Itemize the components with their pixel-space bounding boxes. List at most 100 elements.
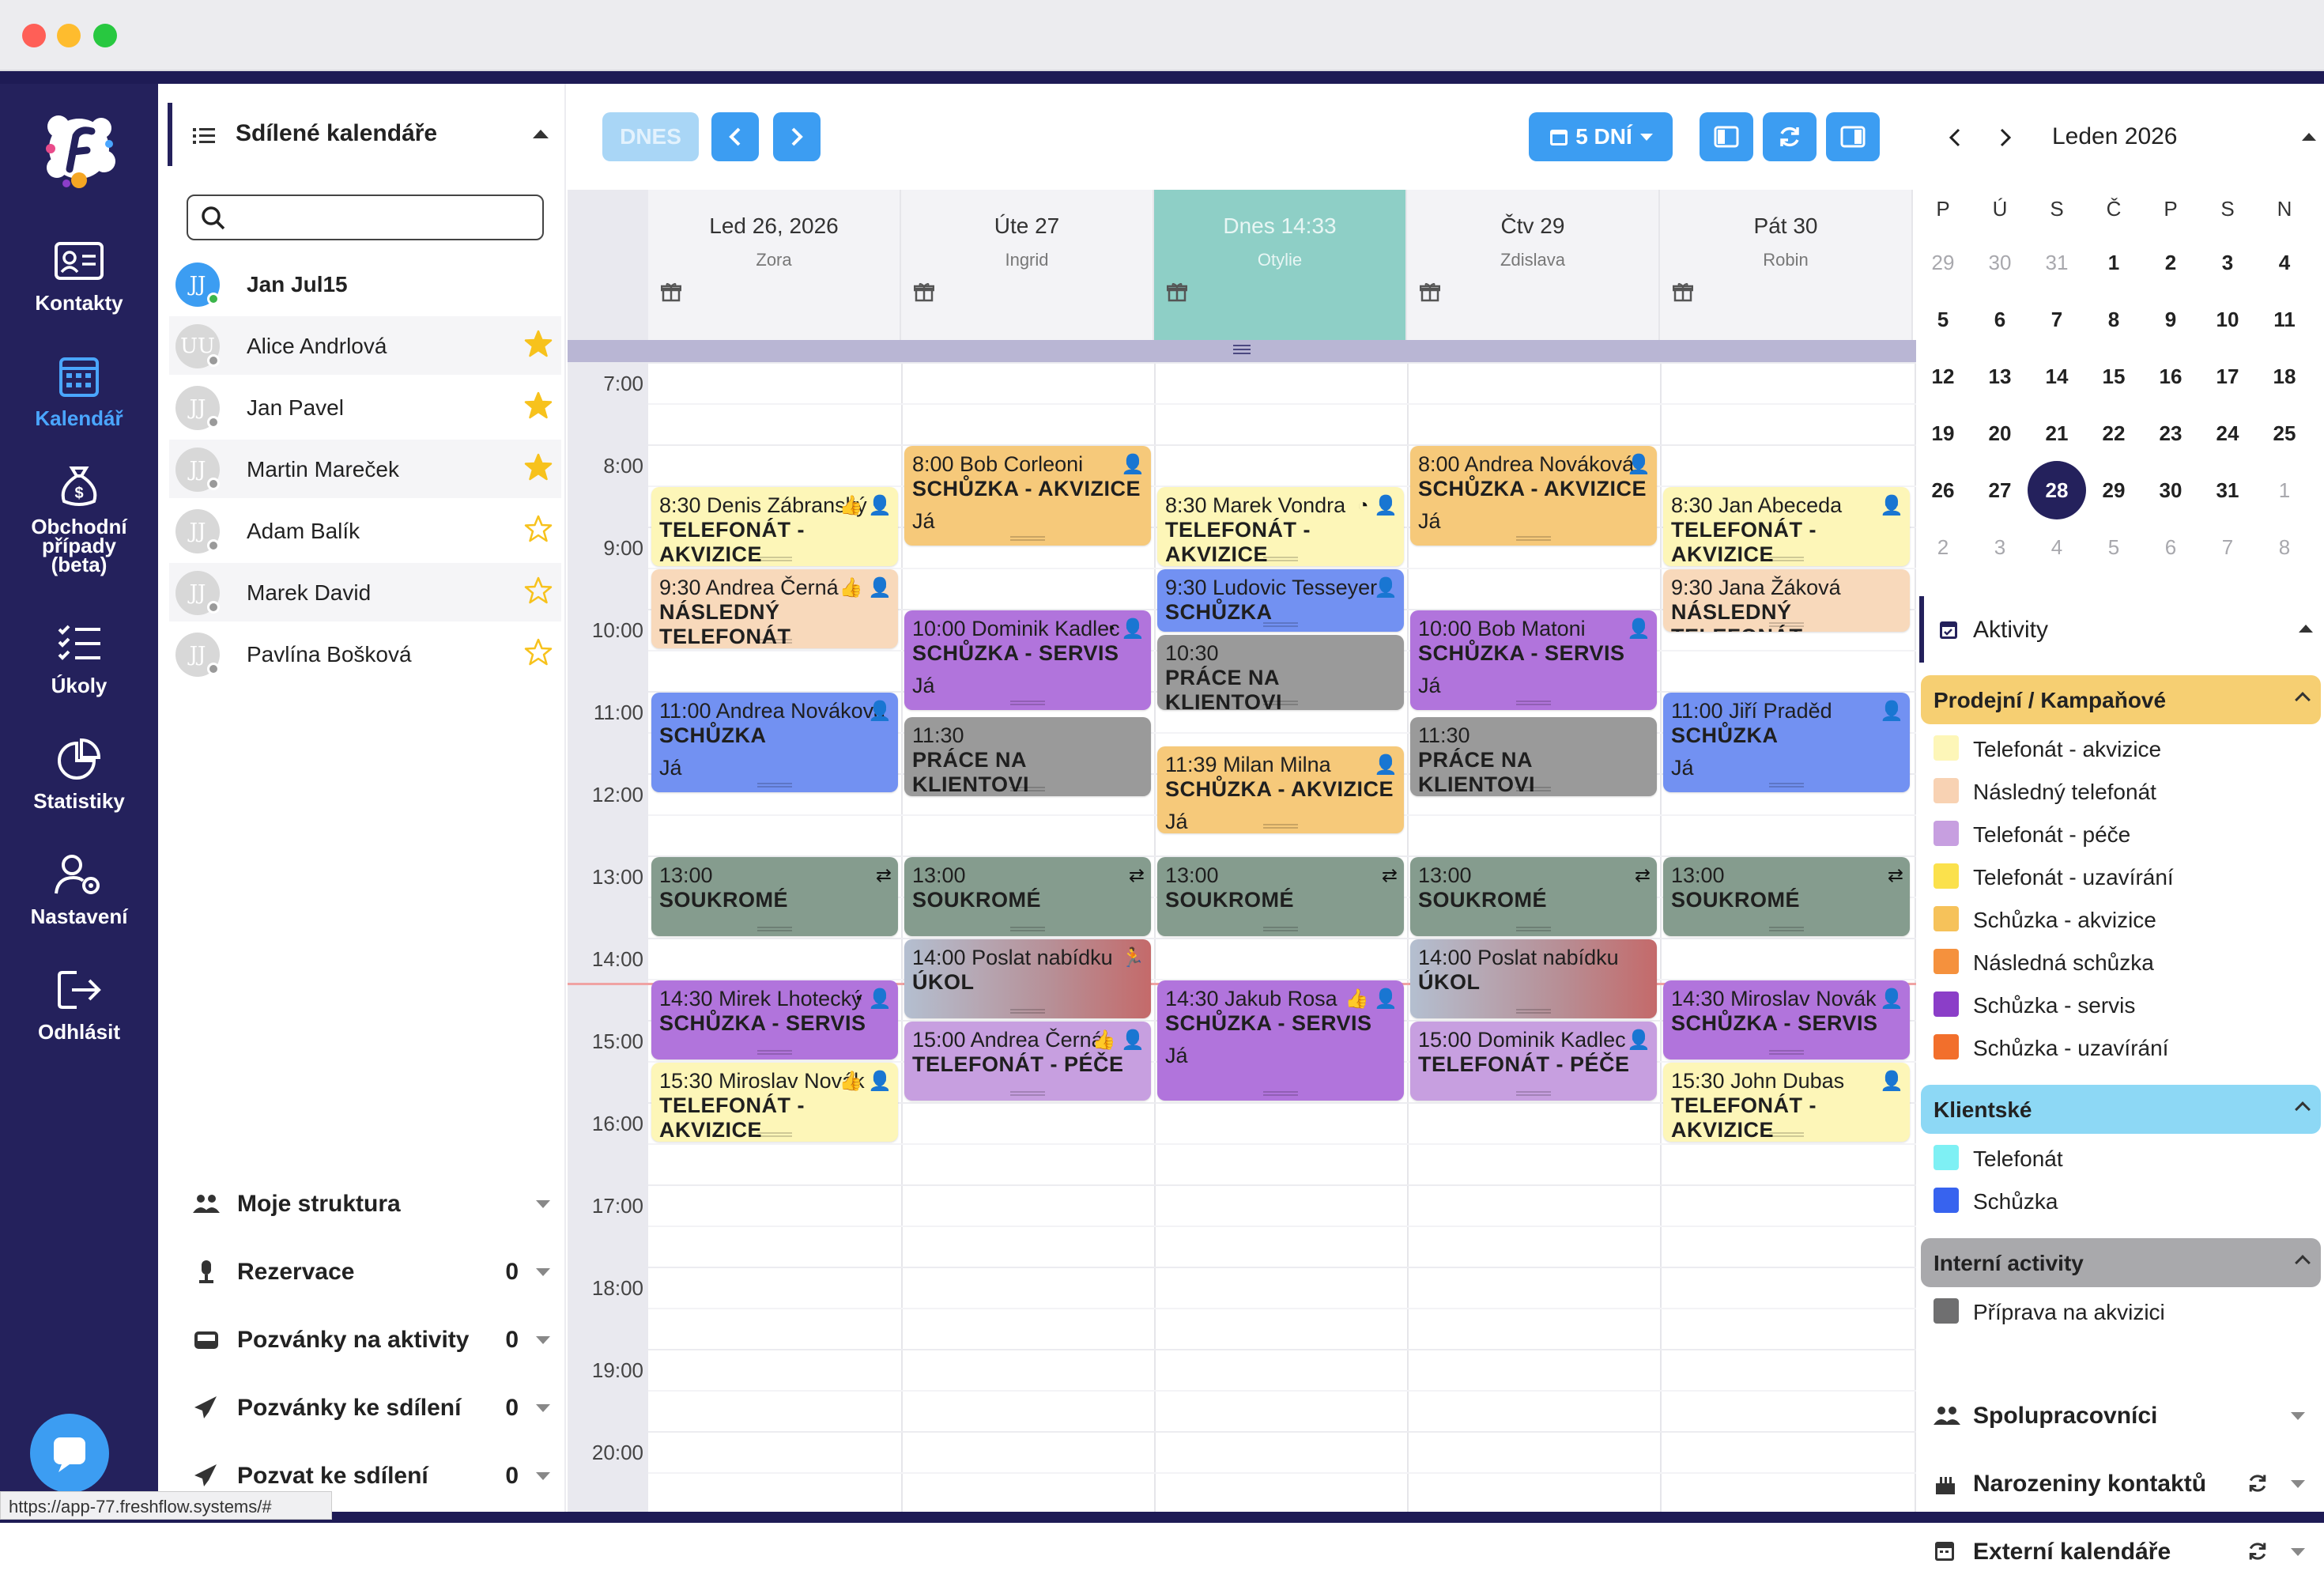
mini-calendar-day[interactable]: 1 — [2092, 240, 2136, 285]
mini-calendar-day[interactable]: 3 — [1978, 525, 2022, 569]
resize-grip[interactable] — [1516, 1091, 1551, 1096]
gift-icon[interactable] — [1672, 281, 1694, 302]
calendar-event[interactable]: 11:39 Milan Milna SCHŮZKA - AKVIZICE Já 👤 — [1157, 746, 1404, 833]
mini-calendar-day[interactable]: 9 — [2149, 297, 2193, 342]
calendar-event[interactable]: 15:30 John Dubas TELEFONÁT - AKVIZICE 👤 — [1663, 1063, 1910, 1142]
refresh-icon[interactable] — [2247, 1540, 2269, 1566]
user-row[interactable]: UU Alice Andrlová — [169, 316, 561, 375]
nav-obchodni-pripady[interactable]: $ Obchodní případy (beta) — [0, 463, 158, 575]
resize-grip[interactable] — [1769, 1132, 1804, 1137]
star-outline-icon[interactable] — [523, 576, 553, 606]
resize-grip[interactable] — [757, 639, 792, 644]
sidebar-section-2[interactable]: Pozvánky na aktivity 0 — [193, 1316, 556, 1363]
user-row[interactable]: JJ Jan Pavel — [169, 378, 561, 436]
resize-grip[interactable] — [1263, 700, 1298, 705]
calendar-event[interactable]: 10:30 PRÁCE NA KLIENTOVI — [1157, 635, 1404, 710]
mini-calendar-day[interactable]: 4 — [2035, 525, 2079, 569]
calendar-event[interactable]: 13:00 SOUKROMÉ ⇄ — [1663, 857, 1910, 936]
mini-calendar-day[interactable]: 12 — [1921, 354, 1965, 398]
mini-calendar-day[interactable]: 26 — [1921, 468, 1965, 512]
day-header[interactable]: Pát 30 Robin — [1660, 190, 1913, 340]
zoom-window-button[interactable] — [93, 24, 117, 47]
resize-grip[interactable] — [1010, 1009, 1045, 1014]
chevron-down-icon[interactable] — [2291, 1480, 2305, 1488]
day-header[interactable]: Led 26, 2026 Zora — [648, 190, 901, 340]
gift-icon[interactable] — [913, 281, 935, 302]
mini-calendar-day[interactable]: 25 — [2262, 411, 2307, 455]
resize-grip[interactable] — [757, 1050, 792, 1055]
calendar-event[interactable]: 11:00 Jiří Praděd SCHŮZKA Já 👤 — [1663, 693, 1910, 792]
calendar-event[interactable]: 11:30 PRÁCE NA KLIENTOVI — [1410, 717, 1657, 797]
search-input[interactable] — [187, 195, 544, 240]
month-next-icon[interactable] — [1995, 127, 2014, 149]
chevron-up-icon[interactable] — [2295, 692, 2311, 708]
user-row[interactable]: JJ Martin Mareček — [169, 440, 561, 498]
mini-calendar-day[interactable]: 3 — [2205, 240, 2250, 285]
star-outline-icon[interactable] — [523, 637, 553, 667]
calendar-event[interactable]: 8:30 Marek Vondra TELEFONÁT - AKVIZICE ◔ 👤 — [1157, 487, 1404, 566]
resize-grip[interactable] — [757, 557, 792, 561]
allday-resize-handle[interactable] — [568, 340, 1916, 362]
activity-group-header[interactable]: Klientské — [1921, 1085, 2321, 1134]
resize-grip[interactable] — [1010, 787, 1045, 792]
mini-calendar-day[interactable]: 6 — [1978, 297, 2022, 342]
mini-calendar-day[interactable]: 16 — [2149, 354, 2193, 398]
resize-grip[interactable] — [757, 927, 792, 931]
view-select-button[interactable]: 5 DNÍ — [1529, 112, 1673, 161]
minimize-window-button[interactable] — [57, 24, 81, 47]
toggle-right-panel-button[interactable] — [1826, 112, 1880, 161]
resize-grip[interactable] — [1516, 787, 1551, 792]
nav-ukoly[interactable]: Úkoly — [0, 621, 158, 696]
calendar-event[interactable]: 13:00 SOUKROMÉ ⇄ — [651, 857, 898, 936]
mini-calendar-day[interactable]: 6 — [2149, 525, 2193, 569]
calendar-event[interactable]: 14:30 Miroslav Novák SCHŮZKA - SERVIS 👤 — [1663, 980, 1910, 1059]
month-prev-icon[interactable] — [1946, 127, 1965, 149]
mini-calendar-day[interactable]: 29 — [1921, 240, 1965, 285]
resize-grip[interactable] — [1769, 783, 1804, 788]
sidebar-section-1[interactable]: Rezervace 0 — [193, 1248, 556, 1295]
chevron-down-icon[interactable] — [2291, 1548, 2305, 1556]
resize-grip[interactable] — [1263, 1091, 1298, 1096]
today-button[interactable]: DNES — [602, 112, 699, 161]
calendar-event[interactable]: 14:00 Poslat nabídku ÚKOL — [1410, 939, 1657, 1018]
activities-header[interactable]: Aktivity — [1919, 596, 2321, 663]
day-header[interactable]: Dnes 14:33 Otylie — [1154, 190, 1407, 340]
activity-group-header[interactable]: Interní activity — [1921, 1238, 2321, 1287]
mini-calendar-day[interactable]: 5 — [1921, 297, 1965, 342]
refresh-button[interactable] — [1763, 112, 1817, 161]
chevron-down-icon[interactable] — [536, 1200, 550, 1208]
right-section-0[interactable]: Spolupracovníci — [1934, 1392, 2313, 1439]
chevron-down-icon[interactable] — [2291, 1412, 2305, 1420]
mini-calendar-day[interactable]: 1 — [2262, 468, 2307, 512]
calendar-event[interactable]: 15:30 Miroslav Novák TELEFONÁT - AKVIZICE… — [651, 1063, 898, 1142]
nav-nastaveni[interactable]: Nastavení — [0, 852, 158, 927]
chevron-up-icon[interactable] — [2295, 1101, 2311, 1117]
user-row[interactable]: JJ Jan Jul15 — [169, 255, 561, 313]
nav-kontakty[interactable]: Kontakty — [0, 239, 158, 313]
day-header[interactable]: Čtv 29 Zdislava — [1407, 190, 1660, 340]
right-section-2[interactable]: Externí kalendáře — [1934, 1528, 2313, 1575]
calendar-event[interactable]: 10:00 Bob Matoni SCHŮZKA - SERVIS Já 👤 — [1410, 610, 1657, 710]
mini-calendar-day[interactable]: 11 — [2262, 297, 2307, 342]
mini-calendar-day[interactable]: 29 — [2092, 468, 2136, 512]
next-period-button[interactable] — [773, 112, 821, 161]
shared-calendars-header[interactable]: Sdílené kalendáře — [168, 103, 563, 166]
calendar-event[interactable]: 8:00 Bob Corleoni SCHŮZKA - AKVIZICE Já 👤 — [904, 446, 1151, 546]
mini-calendar-day[interactable]: 30 — [1978, 240, 2022, 285]
gift-icon[interactable] — [1166, 281, 1188, 302]
mini-calendar-day[interactable]: 31 — [2035, 240, 2079, 285]
mini-calendar-day[interactable]: 24 — [2205, 411, 2250, 455]
mini-calendar-day[interactable]: 31 — [2205, 468, 2250, 512]
mini-calendar-day[interactable]: 17 — [2205, 354, 2250, 398]
calendar-event[interactable]: 14:00 Poslat nabídku ÚKOL 🏃 — [904, 939, 1151, 1018]
gift-icon[interactable] — [660, 281, 682, 302]
mini-calendar-day[interactable]: 8 — [2092, 297, 2136, 342]
calendar-event[interactable]: 9:30 Jana ŽákováNÁSLEDNÝ TELEFONÁT — [1663, 569, 1910, 633]
calendar-event[interactable]: 11:00 Andrea Nováková SCHŮZKA Já 👤 — [651, 693, 898, 792]
resize-grip[interactable] — [1010, 927, 1045, 931]
calendar-event[interactable]: 14:30 Mirek Lhotecký SCHŮZKA - SERVIS ◔ 👤 — [651, 980, 898, 1059]
nav-statistiky[interactable]: Statistiky — [0, 737, 158, 811]
app-logo[interactable] — [35, 104, 123, 193]
day-header[interactable]: Úte 27 Ingrid — [901, 190, 1154, 340]
calendar-event[interactable]: 9:30 Andrea Černá NÁSLEDNÝ TELEFONÁT 👍 👤 — [651, 569, 898, 648]
